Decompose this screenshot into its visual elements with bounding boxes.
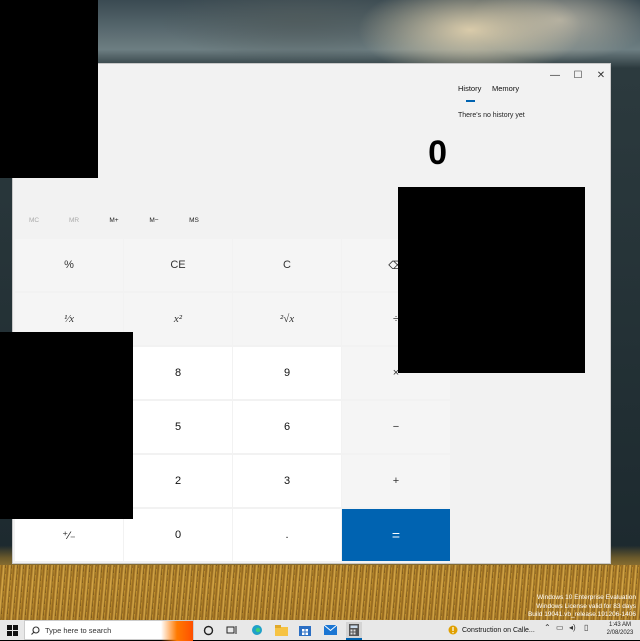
memory-add-button[interactable]: M+ <box>94 217 134 224</box>
subtract-button[interactable]: − <box>342 401 450 453</box>
square-button[interactable]: x² <box>124 293 232 345</box>
start-button[interactable] <box>0 620 24 640</box>
memory-recall-button[interactable]: MR <box>54 217 94 224</box>
warning-icon <box>448 625 458 635</box>
store-icon <box>299 626 311 636</box>
task-view-icon <box>226 625 237 634</box>
notification-icon[interactable]: ▯ <box>584 623 588 632</box>
square-root-button[interactable]: ²√x <box>233 293 341 345</box>
digit-9-button[interactable]: 9 <box>233 347 341 399</box>
digit-2-button[interactable]: 2 <box>124 455 232 507</box>
clock-time: 1:43 AM <box>608 622 631 628</box>
close-button[interactable]: ✕ <box>591 68 611 84</box>
redaction-box-right <box>398 187 585 373</box>
cortana-icon <box>203 625 213 635</box>
mail-button[interactable] <box>322 622 338 638</box>
memory-store-button[interactable]: MS <box>174 217 214 224</box>
news-notification[interactable]: Construction on Calle... <box>448 620 538 640</box>
watermark-line-3: Build 19041.vb_release.191206-1406 <box>527 611 636 618</box>
digit-6-button[interactable]: 6 <box>233 401 341 453</box>
network-icon[interactable]: ▭ <box>556 623 564 632</box>
memory-subtract-button[interactable]: M− <box>134 217 174 224</box>
store-button[interactable] <box>297 622 313 638</box>
search-icon <box>31 625 40 635</box>
result-display: 0 <box>428 134 447 172</box>
taskbar-search-box[interactable]: Type here to search <box>24 620 194 641</box>
search-placeholder: Type here to search <box>45 625 112 635</box>
redaction-box-top-left <box>0 0 98 178</box>
calculator-taskbar-button[interactable] <box>346 622 362 640</box>
digit-3-button[interactable]: 3 <box>233 455 341 507</box>
cortana-button[interactable] <box>200 622 216 638</box>
file-explorer-icon <box>274 624 288 636</box>
calculator-icon <box>349 624 359 636</box>
volume-icon[interactable]: ◂) <box>569 623 576 632</box>
tab-memory[interactable]: Memory <box>492 84 519 93</box>
watermark-line-1: Windows 10 Enterprise Evaluation <box>537 594 636 601</box>
task-view-button[interactable] <box>224 622 240 638</box>
decimal-button[interactable]: . <box>233 509 341 561</box>
digit-5-button[interactable]: 5 <box>124 401 232 453</box>
edge-button[interactable] <box>249 622 265 638</box>
tab-active-indicator <box>466 100 475 102</box>
equals-button[interactable]: = <box>342 509 450 561</box>
digit-0-button[interactable]: 0 <box>124 509 232 561</box>
tab-history[interactable]: History <box>458 84 481 93</box>
redaction-box-left <box>0 332 133 519</box>
reciprocal-label: ¹⁄x <box>63 313 75 325</box>
system-clock[interactable]: 1:43 AM 2/08/2023 <box>602 621 638 637</box>
chevron-up-icon[interactable]: ⌃ <box>544 623 551 632</box>
clear-entry-button[interactable]: CE <box>124 239 232 291</box>
notification-text: Construction on Calle... <box>462 626 535 634</box>
clock-date: 2/08/2023 <box>606 630 634 636</box>
windows-watermark: Windows 10 Enterprise Evaluation Windows… <box>416 594 636 620</box>
clear-button[interactable]: C <box>233 239 341 291</box>
file-explorer-button[interactable] <box>273 622 289 638</box>
digit-8-button[interactable]: 8 <box>124 347 232 399</box>
taskbar: Type here to search Construction on Call… <box>0 620 640 641</box>
percent-button[interactable]: % <box>15 239 123 291</box>
add-button[interactable]: + <box>342 455 450 507</box>
edge-icon <box>252 625 262 635</box>
search-highlight-graphic <box>161 621 193 641</box>
square-root-label: ²√x <box>279 313 295 325</box>
square-label: x² <box>173 313 183 325</box>
minimize-button[interactable]: — <box>545 68 565 84</box>
history-empty-message: There's no history yet <box>458 112 525 119</box>
mail-icon <box>323 625 337 635</box>
memory-clear-button[interactable]: MC <box>14 217 54 224</box>
windows-start-icon <box>6 624 18 636</box>
watermark-line-2: Windows License valid for 83 days <box>536 602 636 610</box>
maximize-button[interactable]: ☐ <box>568 68 588 84</box>
